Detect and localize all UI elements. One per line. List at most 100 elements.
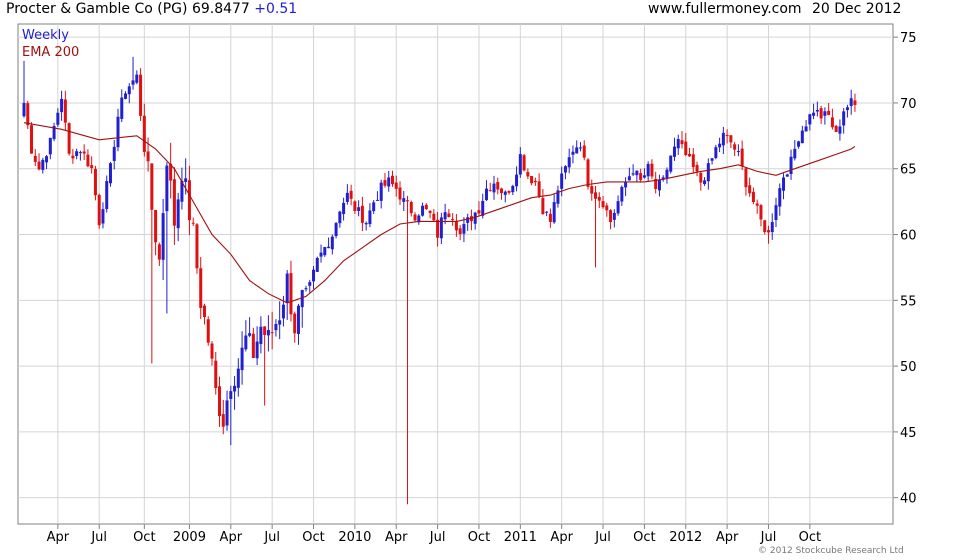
candle-body xyxy=(586,159,590,187)
candle-body xyxy=(751,191,755,203)
candle-body xyxy=(330,236,334,250)
candle-body xyxy=(86,154,90,167)
candle-body xyxy=(669,155,673,172)
candle-body xyxy=(515,174,519,187)
candle-body xyxy=(406,200,410,202)
candle-body xyxy=(124,93,128,99)
candle-body xyxy=(214,360,218,388)
candle-body xyxy=(466,217,470,223)
candle-body xyxy=(248,333,252,336)
candle-body xyxy=(37,161,41,170)
candle-body xyxy=(819,108,823,119)
candle-body xyxy=(533,180,537,183)
candle-body xyxy=(699,172,703,183)
candle-body xyxy=(454,221,458,231)
candle-body xyxy=(345,192,349,202)
candle-body xyxy=(428,210,432,213)
candle-body xyxy=(714,147,718,158)
candle-body xyxy=(71,155,75,159)
candle-body xyxy=(541,197,545,215)
candle-body xyxy=(278,320,282,325)
x-tick-label: Jul xyxy=(760,530,777,545)
candle-body xyxy=(26,103,30,126)
candle-body xyxy=(402,198,406,202)
candle-body xyxy=(154,210,158,243)
candle-body xyxy=(439,217,443,239)
candle-body xyxy=(800,130,804,144)
candle-body xyxy=(763,220,767,233)
x-tick-label: Apr xyxy=(220,530,243,545)
candle-body xyxy=(116,116,120,148)
y-axis: 40 45 50 55 60 65 70 75 xyxy=(893,31,917,507)
candle-body xyxy=(289,273,293,315)
candle-body xyxy=(597,196,601,201)
candle-body xyxy=(755,203,759,206)
candle-body xyxy=(229,391,233,399)
candle-body xyxy=(672,146,676,157)
x-tick-label: Apr xyxy=(716,530,739,545)
candle-body xyxy=(357,207,361,211)
candle-body xyxy=(774,205,778,220)
x-tick-label: Oct xyxy=(468,530,490,545)
candle-body xyxy=(45,156,49,163)
candle-body xyxy=(488,190,492,192)
candle-body xyxy=(733,144,737,150)
candle-body xyxy=(259,326,263,345)
candle-body xyxy=(492,183,496,193)
candle-body xyxy=(161,213,165,260)
price-chart: 40 45 50 55 60 65 70 75 Apr Jul Oct 2009 Apr Jul Oct 2… xyxy=(17,23,917,545)
candle-body xyxy=(368,210,372,225)
candle-body xyxy=(63,99,67,123)
candle-body xyxy=(187,180,191,221)
candle-body xyxy=(97,194,101,226)
candle-body xyxy=(834,125,838,132)
x-tick-label: Apr xyxy=(550,530,573,545)
candle-body xyxy=(635,170,639,176)
candle-body xyxy=(33,155,37,162)
candle-body xyxy=(830,117,834,128)
candle-body xyxy=(601,201,605,208)
candle-body xyxy=(56,112,60,125)
candle-body xyxy=(782,177,786,191)
candle-body xyxy=(563,166,567,173)
candle-body xyxy=(372,202,376,212)
candle-body xyxy=(101,209,105,224)
candle-body xyxy=(274,324,278,331)
candle-body xyxy=(443,212,447,220)
candle-body xyxy=(413,214,417,221)
candle-body xyxy=(353,201,357,211)
candle-body xyxy=(481,200,485,216)
x-tick-label: Oct xyxy=(633,530,655,545)
candle-body xyxy=(627,176,631,181)
candle-body xyxy=(323,247,327,256)
candle-body xyxy=(503,191,507,195)
candle-body xyxy=(157,244,161,260)
y-tick-label: 65 xyxy=(900,163,917,178)
x-tick-label: Jul xyxy=(429,530,446,545)
candle-body xyxy=(312,269,316,282)
candle-body xyxy=(676,139,680,149)
candle-body xyxy=(849,98,853,106)
candle-body xyxy=(560,173,564,189)
x-tick-label: Jul xyxy=(594,530,611,545)
candle-body xyxy=(387,177,391,187)
candle-body xyxy=(281,304,285,319)
x-tick-label: Oct xyxy=(133,530,155,545)
candle-body xyxy=(451,218,455,220)
y-tick-label: 75 xyxy=(900,31,917,46)
candle-body xyxy=(838,126,842,134)
candle-body xyxy=(552,202,556,223)
candle-body xyxy=(48,137,52,155)
candle-body xyxy=(206,319,210,343)
candle-body xyxy=(759,205,763,220)
candle-body xyxy=(620,186,624,202)
y-tick-label: 55 xyxy=(900,294,917,309)
candle-body xyxy=(770,222,774,233)
candle-body xyxy=(409,201,413,214)
candle-body xyxy=(703,180,707,185)
candle-body xyxy=(740,148,744,167)
plot-area xyxy=(17,23,894,525)
candle-body xyxy=(244,335,248,350)
candle-body xyxy=(793,148,797,159)
candle-body xyxy=(548,213,552,222)
